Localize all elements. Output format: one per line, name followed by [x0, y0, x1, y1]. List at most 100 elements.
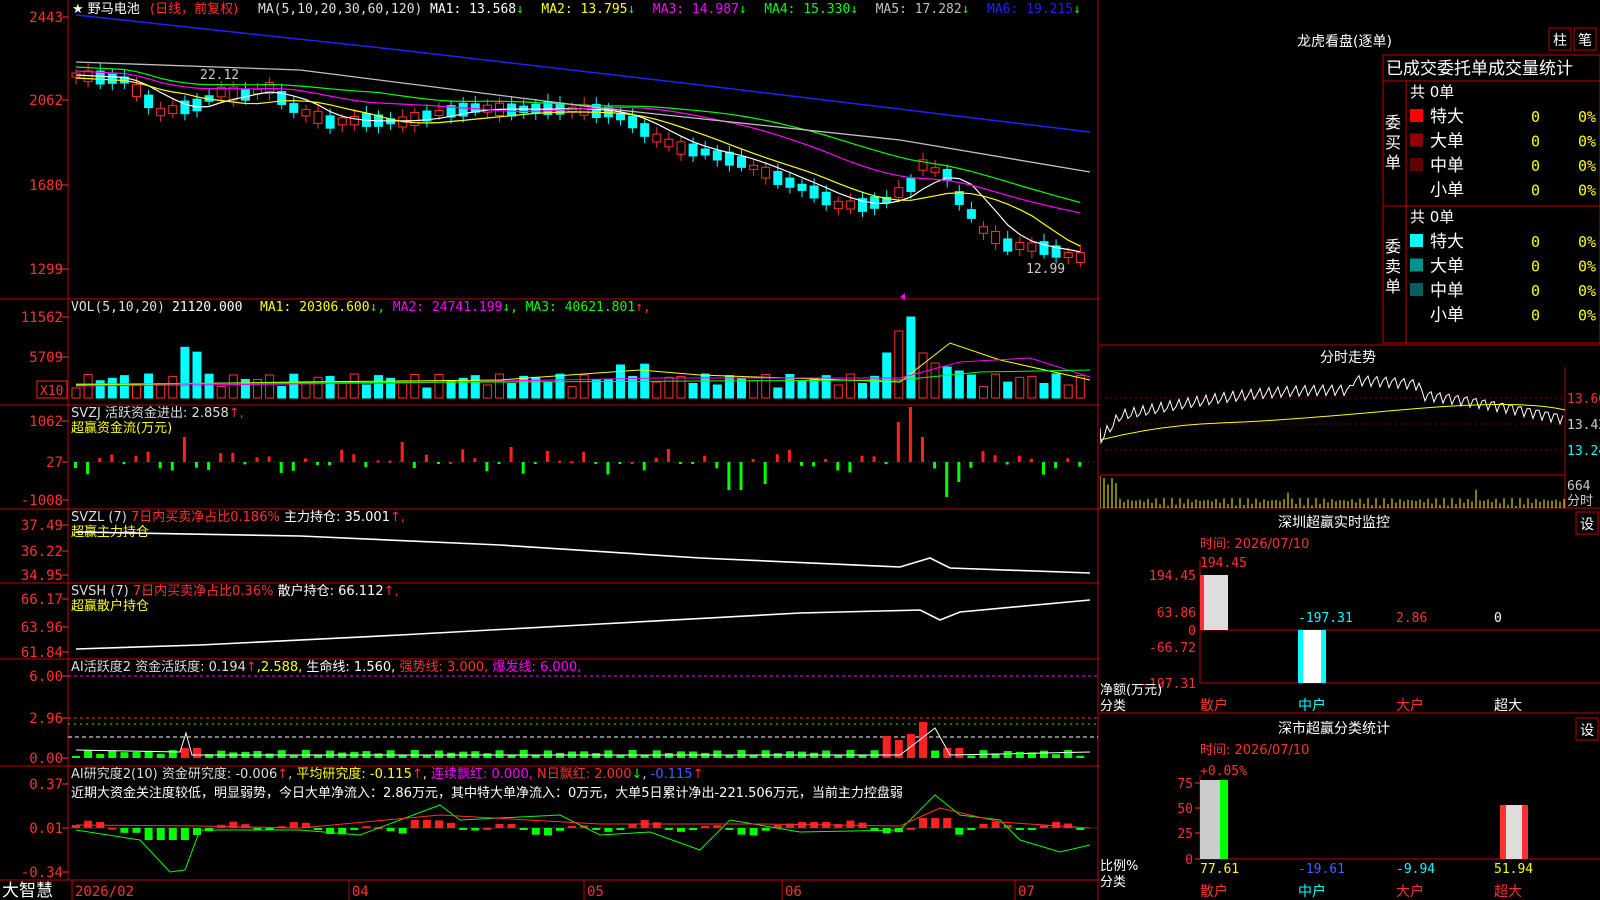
candle-body: [410, 112, 420, 126]
candle-body: [507, 103, 517, 117]
fund-flow-bar: [110, 454, 114, 462]
ma-legend: MA1: 13.568↓ MA2: 13.795↓ MA3: 14.987↓ MA4:…: [430, 2, 1081, 17]
vol-legend-item: MA2: 24741.199↓,: [393, 300, 518, 315]
dragon-title: 龙虎看盘(逐单): [1297, 33, 1392, 50]
date-label: 07: [1018, 884, 1035, 900]
fund-flow-bar: [824, 459, 828, 462]
candle-body: [289, 103, 299, 113]
research-bar: [543, 828, 552, 836]
fund-flow-bar: [1066, 458, 1070, 462]
svg-text:AI活跃度2 资金活跃度: 0.194↑,2.588, 生命: AI活跃度2 资金活跃度: 0.194↑,2.588, 生命线: 1.560, …: [71, 659, 581, 675]
research-bar: [955, 828, 964, 835]
order-count: 0: [1531, 108, 1540, 126]
candle-body: [906, 178, 916, 192]
activity-bar: [628, 750, 637, 758]
svg-text:SVZL (7) 7日内买卖净占比0.186% 主力持仓:: SVZL (7) 7日内买卖净占比0.186% 主力持仓: 35.001↑,: [71, 509, 405, 525]
candle-body: [640, 123, 650, 137]
fund-flow-bar: [134, 455, 138, 462]
activity-bar: [168, 750, 177, 758]
candle-body: [700, 148, 710, 156]
candle-body: [144, 94, 154, 109]
order-type: 小单: [1430, 181, 1464, 201]
vol-bar: [797, 380, 807, 399]
stock-name: ★ 野马电池: [72, 2, 140, 17]
vol-bar: [773, 387, 783, 399]
period-label: (日线，前复权): [150, 1, 238, 17]
activity-bar: [870, 750, 879, 758]
fund-flow-bar: [654, 457, 658, 462]
svzl-plot[interactable]: [75, 531, 1091, 574]
ma3-line: [75, 70, 1081, 214]
vol-bar: [168, 375, 178, 399]
research-bar: [108, 827, 117, 830]
fund-flow-bar: [908, 407, 912, 462]
vol-bar: [579, 374, 589, 399]
main-chart-area[interactable]: ★ 野马电池 (日线，前复权) MA(5,10,20,30,60,120) MA…: [0, 0, 1100, 900]
fund-flow-bar: [1078, 462, 1082, 467]
side-panel[interactable]: 龙虎看盘(逐单) 柱 笔 已成交委托单成交量统计 委买单 委卖单 共 0单 共 …: [1100, 0, 1600, 900]
vol-bar: [749, 380, 759, 399]
brand-logo: 大智慧: [2, 881, 53, 900]
fund-flow-bar: [836, 462, 840, 471]
activity-bar: [664, 753, 673, 758]
intraday-price-tick: 13.60: [1567, 392, 1600, 407]
svzj-subtitle: 超赢资金流(万元): [71, 420, 172, 436]
activity-bar: [955, 748, 964, 758]
date-label: 05: [587, 884, 604, 900]
y-tick-label: 0.37: [29, 777, 63, 793]
vol-bar: [688, 383, 698, 399]
vol-bar: [144, 373, 154, 399]
intraday-price-tick: 13.42: [1567, 418, 1600, 433]
intraday-plot[interactable]: 13.60 13.42 13.24 664分时: [1100, 367, 1600, 509]
fund-flow-bar: [715, 462, 719, 469]
vol-plot[interactable]: [71, 316, 1091, 399]
fund-flow-bar: [533, 462, 537, 464]
ai1-plot[interactable]: [68, 675, 1098, 758]
research-bar: [870, 828, 879, 830]
monitor-value: -197.31: [1298, 611, 1353, 626]
buy-side-label: 委买单: [1385, 113, 1401, 172]
candle-body: [761, 166, 771, 179]
activity-bar: [761, 750, 770, 758]
svg-text:AI研究度2(10) 资金研究度: -0.006↑, 平均研: AI研究度2(10) 资金研究度: -0.006↑, 平均研究度: -0.115…: [71, 766, 704, 782]
research-bar: [447, 822, 456, 828]
research-bar: [737, 828, 746, 835]
research-bar: [1040, 825, 1048, 828]
ma2-line: [75, 77, 1081, 247]
monitor-category: 大户: [1396, 697, 1424, 714]
activity-bar: [72, 756, 80, 758]
fund-flow-bar: [727, 462, 731, 490]
fund-flow-bar: [521, 462, 525, 474]
ai2-plot[interactable]: [68, 794, 1098, 873]
classify-cat-label: 分类: [1100, 875, 1126, 890]
research-bar: [906, 827, 915, 830]
fund-flow-bar: [388, 460, 392, 463]
research-bar: [967, 828, 976, 831]
fund-flow-bar: [703, 455, 707, 462]
candle-body: [192, 98, 202, 112]
order-type: 大单: [1430, 257, 1464, 277]
activity-bar: [180, 748, 189, 758]
vol-bar: [349, 373, 359, 399]
candle-body: [930, 167, 940, 173]
fund-flow-bar: [449, 461, 453, 464]
price-plot[interactable]: [71, 14, 1091, 300]
vol-value: 21120.000: [172, 300, 242, 315]
svsh-plot[interactable]: [75, 599, 1091, 650]
activity-bar: [132, 752, 141, 758]
fund-flow-bar: [461, 449, 465, 462]
svzl-y-axis: 37.49 36.22 34.95: [21, 518, 68, 584]
vol-bar: [313, 376, 323, 399]
vol-bar: [204, 373, 214, 399]
ai2-avg: 平均研究度: -0.115: [296, 766, 411, 782]
activity-bar: [435, 750, 443, 758]
order-percent: 0%: [1578, 182, 1596, 200]
research-bar: [1076, 828, 1085, 830]
activity-bar: [1003, 750, 1012, 758]
research-bar: [120, 828, 129, 833]
fund-flow-bar: [231, 452, 235, 462]
fund-flow-bar: [364, 462, 368, 468]
fund-flow-bar: [812, 462, 816, 467]
fund-flow-bar: [86, 462, 90, 475]
vol-bar: [543, 381, 553, 399]
